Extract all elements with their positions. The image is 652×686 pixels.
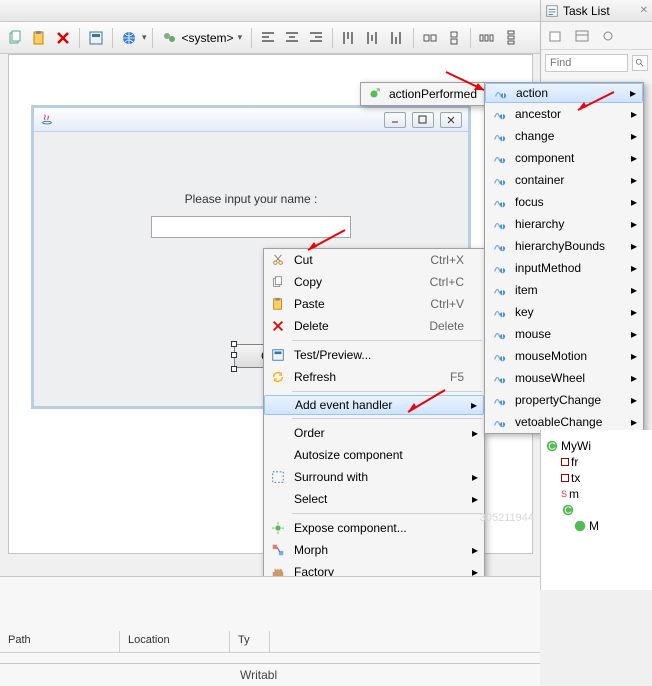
menu-order[interactable]: Order▸ bbox=[264, 422, 484, 444]
event-item[interactable]: iitem▸ bbox=[485, 279, 643, 301]
svg-text:i: i bbox=[501, 307, 503, 319]
menu-cut[interactable]: CutCtrl+X bbox=[264, 249, 484, 271]
watermark: 305211944 bbox=[480, 512, 534, 524]
close-icon[interactable]: ✕ bbox=[640, 5, 648, 16]
menu-expose[interactable]: Expose component... bbox=[264, 517, 484, 539]
event-hierarchy[interactable]: ihierarchy▸ bbox=[485, 213, 643, 235]
paste-icon[interactable] bbox=[28, 27, 50, 49]
align-center-icon[interactable] bbox=[281, 27, 303, 49]
svg-text:i: i bbox=[501, 395, 503, 407]
event-ancestor[interactable]: iancestor▸ bbox=[485, 103, 643, 125]
menu-action-performed[interactable]: actionPerformed bbox=[361, 83, 485, 105]
event-mouseWheel[interactable]: imouseWheel▸ bbox=[485, 367, 643, 389]
maximize-button[interactable] bbox=[412, 112, 434, 128]
system-selector[interactable]: <system> ▾ bbox=[158, 27, 247, 49]
tree-node[interactable]: Sm bbox=[545, 486, 648, 502]
svg-text:C: C bbox=[548, 441, 556, 453]
align-right-icon[interactable] bbox=[305, 27, 327, 49]
menu-select[interactable]: Select▸ bbox=[264, 488, 484, 510]
close-button[interactable] bbox=[440, 112, 462, 128]
tree-node[interactable]: C bbox=[545, 502, 648, 518]
tree-node[interactable]: CMyWi bbox=[545, 438, 648, 454]
svg-text:i: i bbox=[501, 219, 503, 231]
menu-paste[interactable]: PasteCtrl+V bbox=[264, 293, 484, 315]
align-bottom-icon[interactable] bbox=[386, 27, 408, 49]
align-middle-icon[interactable] bbox=[362, 27, 384, 49]
menu-morph[interactable]: Morph▸ bbox=[264, 539, 484, 561]
menu-surround[interactable]: Surround with▸ bbox=[264, 466, 484, 488]
sync-icon[interactable] bbox=[597, 25, 619, 47]
resize-handle[interactable] bbox=[231, 366, 237, 372]
menu-refresh[interactable]: RefreshF5 bbox=[264, 366, 484, 388]
delete-icon[interactable] bbox=[52, 27, 74, 49]
same-width-icon[interactable] bbox=[419, 27, 441, 49]
event-propertyChange[interactable]: ipropertyChange▸ bbox=[485, 389, 643, 411]
resize-handle[interactable] bbox=[231, 352, 237, 358]
align-left-icon[interactable] bbox=[257, 27, 279, 49]
hspace-icon[interactable] bbox=[476, 27, 498, 49]
svg-text:i: i bbox=[501, 351, 503, 363]
minimize-button[interactable] bbox=[384, 112, 406, 128]
same-height-icon[interactable] bbox=[443, 27, 465, 49]
java-icon bbox=[40, 113, 54, 127]
task-list-panel: Task List ✕ bbox=[540, 0, 652, 84]
vspace-icon[interactable] bbox=[500, 27, 522, 49]
event-action[interactable]: iaction▸ bbox=[485, 83, 643, 103]
task-find-input[interactable] bbox=[545, 54, 628, 72]
tree-node[interactable]: tx bbox=[545, 470, 648, 486]
col-location[interactable]: Location bbox=[120, 631, 230, 652]
categorize-icon[interactable] bbox=[571, 25, 593, 47]
tree-node[interactable]: M bbox=[545, 518, 648, 534]
tree-node[interactable]: fr bbox=[545, 454, 648, 470]
menu-add-event-handler[interactable]: Add event handler▸ bbox=[264, 395, 484, 415]
svg-text:i: i bbox=[501, 241, 503, 253]
system-label: <system> bbox=[182, 31, 234, 45]
outline-tree: CMyWi fr tx Sm C M bbox=[540, 430, 652, 590]
align-top-icon[interactable] bbox=[338, 27, 360, 49]
event-hierarchyBounds[interactable]: ihierarchyBounds▸ bbox=[485, 235, 643, 257]
copy-icon[interactable] bbox=[4, 27, 26, 49]
svg-text:i: i bbox=[502, 88, 504, 100]
svg-text:i: i bbox=[501, 329, 503, 341]
menu-test-preview[interactable]: Test/Preview... bbox=[264, 344, 484, 366]
menu-autosize[interactable]: Autosize component bbox=[264, 444, 484, 466]
svg-text:i: i bbox=[501, 373, 503, 385]
col-type[interactable]: Ty bbox=[230, 631, 270, 652]
svg-text:i: i bbox=[501, 153, 503, 165]
svg-text:i: i bbox=[501, 417, 503, 429]
event-mouseMotion[interactable]: imouseMotion▸ bbox=[485, 345, 643, 367]
form-prompt-label: Please input your name : bbox=[34, 192, 468, 206]
action-performed-menu: actionPerformed bbox=[360, 82, 486, 106]
search-icon[interactable] bbox=[632, 55, 648, 71]
svg-text:i: i bbox=[501, 197, 503, 209]
resize-handle[interactable] bbox=[231, 341, 237, 347]
event-container[interactable]: icontainer▸ bbox=[485, 169, 643, 191]
event-focus[interactable]: ifocus▸ bbox=[485, 191, 643, 213]
event-key[interactable]: ikey▸ bbox=[485, 301, 643, 323]
svg-text:i: i bbox=[501, 263, 503, 275]
svg-text:i: i bbox=[501, 109, 503, 121]
status-bar: Writabl bbox=[0, 663, 540, 685]
event-change[interactable]: ichange▸ bbox=[485, 125, 643, 147]
event-mouse[interactable]: imouse▸ bbox=[485, 323, 643, 345]
problems-panel: Path Location Ty Writabl bbox=[0, 576, 540, 686]
svg-text:i: i bbox=[501, 131, 503, 143]
event-handler-submenu: iaction▸iancestor▸ichange▸icomponent▸ico… bbox=[484, 82, 644, 434]
menu-delete[interactable]: DeleteDelete bbox=[264, 315, 484, 337]
svg-text:i: i bbox=[501, 285, 503, 297]
menu-copy[interactable]: CopyCtrl+C bbox=[264, 271, 484, 293]
globe-icon[interactable] bbox=[118, 27, 140, 49]
col-path[interactable]: Path bbox=[0, 631, 120, 652]
event-inputMethod[interactable]: iinputMethod▸ bbox=[485, 257, 643, 279]
svg-text:C: C bbox=[564, 505, 572, 517]
task-list-title: Task List bbox=[563, 4, 610, 18]
svg-text:i: i bbox=[501, 175, 503, 187]
name-input[interactable] bbox=[151, 216, 351, 238]
task-list-icon bbox=[545, 4, 559, 18]
new-task-icon[interactable] bbox=[545, 25, 567, 47]
event-component[interactable]: icomponent▸ bbox=[485, 147, 643, 169]
preview-icon[interactable] bbox=[85, 27, 107, 49]
